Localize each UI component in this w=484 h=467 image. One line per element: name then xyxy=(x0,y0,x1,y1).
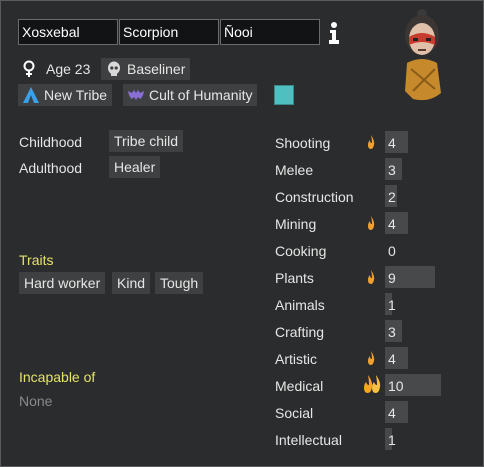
flame-icon xyxy=(368,270,375,284)
faction-tag[interactable]: New Tribe xyxy=(18,84,113,106)
skill-level: 1 xyxy=(388,297,396,313)
skill-level: 10 xyxy=(388,378,404,394)
trait-tag[interactable]: Tough xyxy=(155,272,204,294)
flame-icon xyxy=(368,135,375,149)
pawn-portrait[interactable] xyxy=(391,5,455,105)
incapable-heading: Incapable of xyxy=(19,369,96,385)
skill-level: 0 xyxy=(388,243,396,259)
traits-heading: Traits xyxy=(19,252,54,268)
adulthood-backstory[interactable]: Healer xyxy=(109,156,161,178)
adulthood-label: Adulthood xyxy=(19,160,83,176)
skill-name: Crafting xyxy=(275,324,325,340)
skill-name: Shooting xyxy=(275,135,331,151)
tribe-tent-icon xyxy=(23,87,39,103)
skull-icon xyxy=(108,61,120,76)
skill-name: Melee xyxy=(275,162,314,178)
trait-tag[interactable]: Hard worker xyxy=(19,272,106,294)
incapable-value: None xyxy=(19,393,53,409)
skill-level: 4 xyxy=(388,135,396,151)
skill-level: 3 xyxy=(388,324,396,340)
faction-label: New Tribe xyxy=(44,87,108,103)
first-name-field[interactable]: Xosxebal xyxy=(18,19,118,45)
ideology-color-swatch xyxy=(274,85,294,105)
skill-name: Artistic xyxy=(275,351,317,367)
double-flame-icon xyxy=(364,375,381,393)
female-gender-icon xyxy=(23,60,35,77)
skill-name: Mining xyxy=(275,216,317,232)
xenotype-tag[interactable]: Baseliner xyxy=(101,58,191,80)
skill-level: 9 xyxy=(388,270,396,286)
ideology-label: Cult of Humanity xyxy=(149,87,253,103)
skill-name: Animals xyxy=(275,297,325,313)
skill-level: 3 xyxy=(388,162,396,178)
xenotype-label: Baseliner xyxy=(127,61,186,77)
flame-icon xyxy=(368,351,375,365)
skill-level: 2 xyxy=(388,189,396,205)
trait-tag[interactable]: Kind xyxy=(112,272,151,294)
ideology-tag[interactable]: Cult of Humanity xyxy=(123,84,258,106)
skill-level: 1 xyxy=(388,432,396,448)
skill-name: Social xyxy=(275,405,314,421)
character-card: Xosxebal Scorpion Ñooi Age 23 Baseliner xyxy=(0,0,484,467)
skill-level: 4 xyxy=(388,405,396,421)
skill-name: Medical xyxy=(275,378,324,394)
info-icon[interactable] xyxy=(325,21,343,45)
skill-name: Plants xyxy=(275,270,314,286)
last-name-field[interactable]: Ñooi xyxy=(220,19,320,45)
skill-name: Construction xyxy=(275,189,354,205)
childhood-backstory[interactable]: Tribe child xyxy=(109,130,184,152)
skill-name: Intellectual xyxy=(275,432,342,448)
childhood-label: Childhood xyxy=(19,134,83,150)
nickname-field[interactable]: Scorpion xyxy=(119,19,219,45)
skill-name: Cooking xyxy=(275,243,327,259)
age-label: Age 23 xyxy=(46,61,91,77)
skill-level: 4 xyxy=(388,351,396,367)
flame-icon xyxy=(368,216,375,230)
skill-level: 4 xyxy=(388,216,396,232)
bat-wings-icon xyxy=(128,90,144,100)
